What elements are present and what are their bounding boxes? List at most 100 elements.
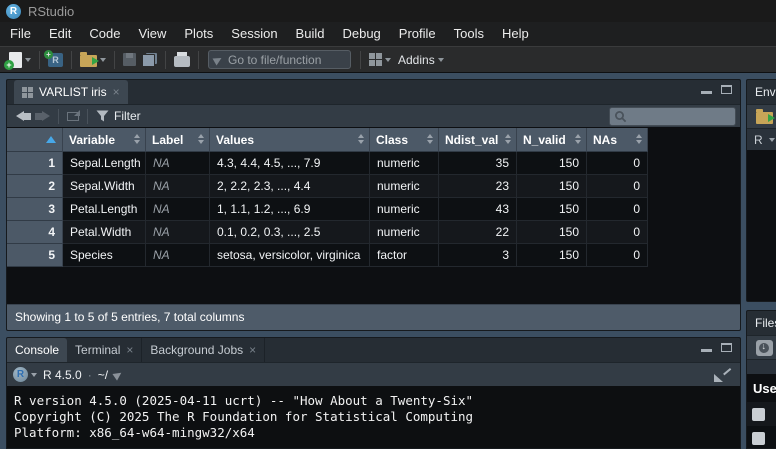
- environment-tab-row: Environment: [747, 80, 776, 104]
- menu-code[interactable]: Code: [80, 22, 129, 46]
- forward-arrow-icon: [35, 111, 50, 122]
- filter-button[interactable]: Filter: [94, 109, 143, 123]
- app-title: RStudio: [28, 4, 74, 19]
- close-icon[interactable]: ×: [249, 343, 256, 357]
- cell-ndist-val: 43: [439, 198, 517, 221]
- close-icon[interactable]: ×: [113, 85, 120, 99]
- install-packages-button[interactable]: [753, 337, 776, 359]
- addins-button[interactable]: Addins: [394, 53, 448, 67]
- row-number: 5: [7, 244, 63, 267]
- cell-class: numeric: [370, 175, 439, 198]
- environment-pane: Environment R: [746, 79, 776, 302]
- back-button[interactable]: [14, 111, 33, 122]
- new-file-button[interactable]: [6, 49, 34, 71]
- open-file-button[interactable]: [77, 49, 109, 71]
- chevron-down-icon[interactable]: [31, 373, 37, 377]
- open-folder-icon: [80, 55, 97, 67]
- back-arrow-icon: [16, 111, 31, 122]
- viewer-tab-row: VARLIST iris ×: [7, 80, 740, 104]
- table-row[interactable]: 5 Species NA setosa, versicolor, virgini…: [7, 244, 648, 267]
- cell-values: 1, 1.1, 1.2, ..., 6.9: [210, 198, 370, 221]
- tab-label: Terminal: [75, 343, 120, 357]
- tab-console[interactable]: Console: [7, 338, 67, 362]
- toolbar-separator: [114, 51, 115, 69]
- menu-build[interactable]: Build: [287, 22, 334, 46]
- package-checkbox[interactable]: [752, 408, 765, 421]
- maximize-icon[interactable]: [721, 85, 732, 94]
- menu-session[interactable]: Session: [222, 22, 286, 46]
- console-line: R version 4.5.0 (2025-04-11 ucrt) -- "Ho…: [14, 393, 740, 409]
- package-checkbox[interactable]: [752, 432, 765, 445]
- cell-label: NA: [146, 175, 210, 198]
- maximize-icon[interactable]: [721, 343, 732, 352]
- cell-ndist-val: 3: [439, 244, 517, 267]
- column-header-nas[interactable]: NAs: [587, 128, 648, 152]
- tab-environment[interactable]: Environment: [747, 80, 776, 104]
- popup-window-icon: [67, 112, 79, 121]
- chevron-down-icon: [100, 58, 106, 62]
- cell-nas: 0: [587, 221, 648, 244]
- menu-plots[interactable]: Plots: [175, 22, 222, 46]
- close-icon[interactable]: ×: [126, 343, 133, 357]
- column-header-variable[interactable]: Variable: [63, 128, 146, 152]
- tab-terminal[interactable]: Terminal ×: [67, 338, 142, 362]
- table-row[interactable]: 3 Petal.Length NA 1, 1.1, 1.2, ..., 6.9 …: [7, 198, 648, 221]
- cell-values: 0.1, 0.2, 0.3, ..., 2.5: [210, 221, 370, 244]
- open-folder-icon: [756, 112, 773, 124]
- menu-help[interactable]: Help: [493, 22, 538, 46]
- menu-file[interactable]: File: [1, 22, 40, 46]
- console-tab-row: Console Terminal × Background Jobs ×: [7, 338, 740, 362]
- column-header-n-valid[interactable]: N_valid: [517, 128, 587, 152]
- table-row[interactable]: 4 Petal.Width NA 0.1, 0.2, 0.3, ..., 2.5…: [7, 221, 648, 244]
- menu-edit[interactable]: Edit: [40, 22, 80, 46]
- save-icon: [123, 53, 136, 66]
- column-header-ndist-val[interactable]: Ndist_val: [439, 128, 517, 152]
- menu-debug[interactable]: Debug: [333, 22, 389, 46]
- console-toolbar: R R 4.5.0 · ~/: [7, 362, 740, 386]
- goto-file-function-input[interactable]: [228, 53, 345, 67]
- files-tab-row: Files: [747, 311, 776, 335]
- goto-directory-icon[interactable]: [112, 369, 123, 380]
- chevron-down-icon: [769, 138, 775, 142]
- table-search-input[interactable]: [627, 110, 731, 124]
- cell-ndist-val: 22: [439, 221, 517, 244]
- filter-label: Filter: [114, 109, 141, 123]
- table-row[interactable]: 1 Sepal.Length NA 4.3, 4.4, 4.5, ..., 7.…: [7, 152, 648, 175]
- sort-icon: [358, 134, 364, 144]
- cell-label: NA: [146, 221, 210, 244]
- console-output[interactable]: R version 4.5.0 (2025-04-11 ucrt) -- "Ho…: [7, 386, 740, 449]
- load-workspace-button[interactable]: [753, 106, 776, 128]
- new-project-button[interactable]: R: [45, 49, 66, 71]
- packages-filter-row: [747, 359, 776, 374]
- table-row[interactable]: 2 Sepal.Width NA 2, 2.2, 2.3, ..., 4.4 n…: [7, 175, 648, 198]
- menu-bar: File Edit Code View Plots Session Build …: [0, 22, 776, 46]
- workspace-panes-button[interactable]: [366, 49, 394, 71]
- clear-console-icon[interactable]: [714, 368, 730, 382]
- open-in-new-window-button[interactable]: [65, 112, 81, 121]
- save-button[interactable]: [120, 49, 139, 71]
- tab-background-jobs[interactable]: Background Jobs ×: [142, 338, 265, 362]
- column-header-class[interactable]: Class: [370, 128, 439, 152]
- forward-button[interactable]: [33, 111, 52, 122]
- column-header-values[interactable]: Values: [210, 128, 370, 152]
- menu-view[interactable]: View: [129, 22, 175, 46]
- minimize-icon[interactable]: [701, 85, 712, 94]
- cell-variable: Sepal.Width: [63, 175, 146, 198]
- table-search-box[interactable]: [609, 107, 736, 126]
- column-header-label[interactable]: Label: [146, 128, 210, 152]
- cell-class: numeric: [370, 198, 439, 221]
- print-button[interactable]: [171, 49, 193, 71]
- column-header-rownum[interactable]: [7, 128, 63, 152]
- cell-values: 2, 2.2, 2.3, ..., 4.4: [210, 175, 370, 198]
- cell-class: factor: [370, 244, 439, 267]
- menu-profile[interactable]: Profile: [390, 22, 445, 46]
- files-pane: Files User Library: [746, 310, 776, 449]
- environment-scope-dropdown[interactable]: R: [747, 128, 776, 150]
- menu-tools[interactable]: Tools: [445, 22, 493, 46]
- minimize-icon[interactable]: [701, 343, 712, 352]
- tab-varlist-iris[interactable]: VARLIST iris ×: [14, 80, 128, 104]
- tab-files[interactable]: Files: [747, 311, 776, 335]
- package-row: [747, 402, 776, 426]
- goto-file-function-box[interactable]: [208, 50, 351, 69]
- save-all-button[interactable]: [139, 49, 160, 71]
